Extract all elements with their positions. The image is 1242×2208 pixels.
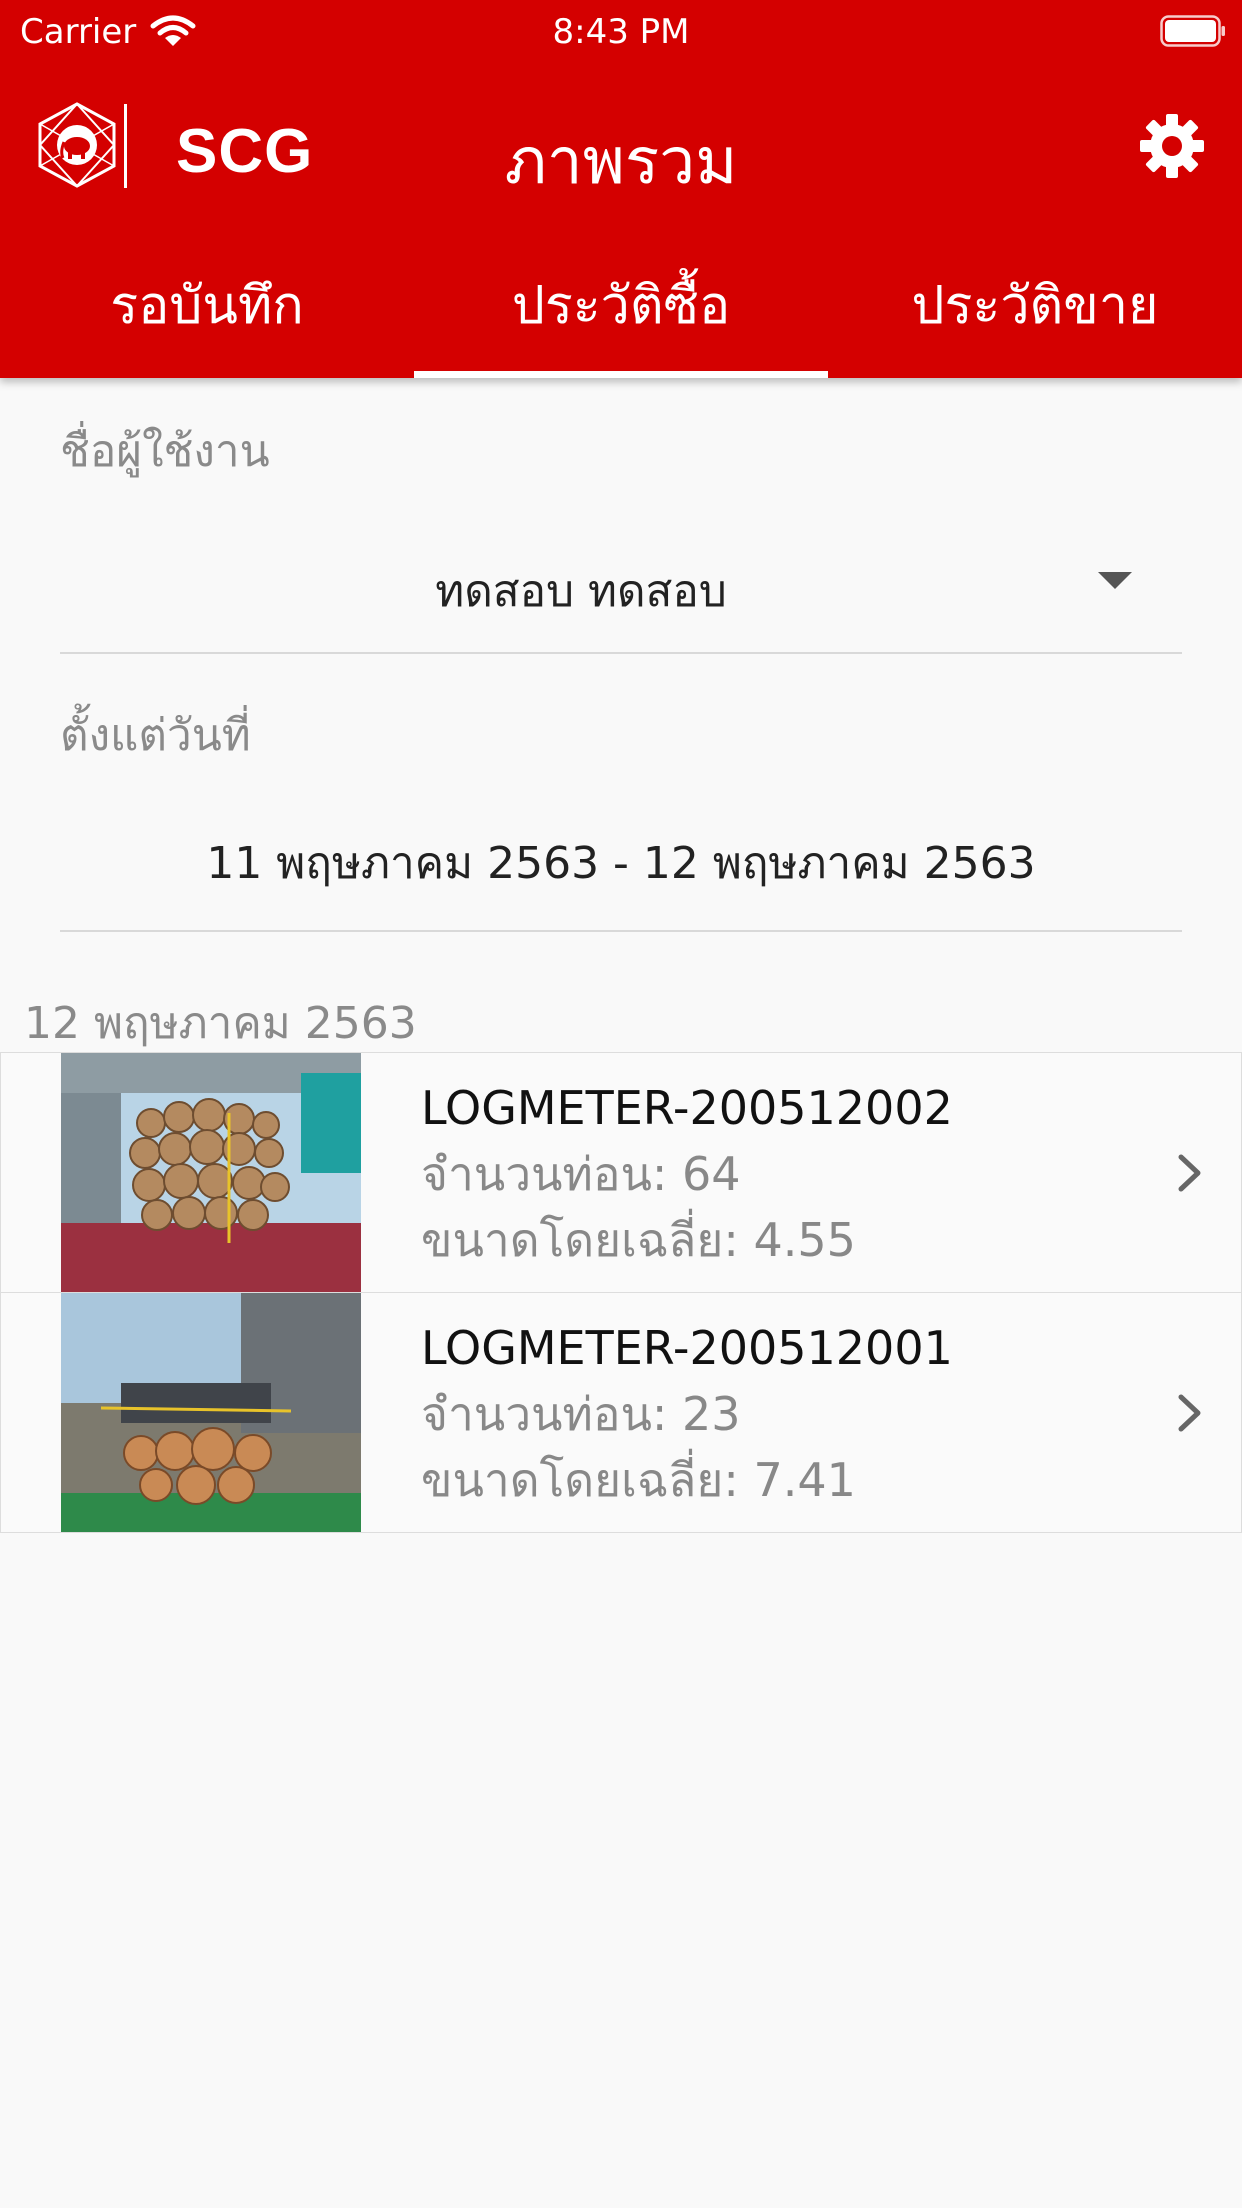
tab-bar: รอบันทึก ประวัติซื้อ ประวัติขาย	[0, 240, 1242, 378]
size-value: 7.41	[753, 1453, 856, 1507]
record-id: LOGMETER-200512002	[421, 1081, 953, 1135]
status-time: 8:43 PM	[552, 12, 690, 52]
record-count-line: จำนวนท่อน: 23	[421, 1381, 953, 1447]
date-range-value: 11 พฤษภาคม 2563 - 12 พฤษภาคม 2563	[206, 838, 1036, 889]
gear-icon[interactable]	[1138, 112, 1206, 180]
count-value: 64	[682, 1147, 741, 1201]
record-details: LOGMETER-200512002 จำนวนท่อน: 64 ขนาดโดย…	[421, 1075, 953, 1273]
record-details: LOGMETER-200512001 จำนวนท่อน: 23 ขนาดโดย…	[421, 1315, 953, 1513]
size-label: ขนาดโดยเฉลี่ย:	[421, 1213, 739, 1267]
tab-purchase-history[interactable]: ประวัติซื้อ	[414, 240, 828, 378]
record-list: LOGMETER-200512002 จำนวนท่อน: 64 ขนาดโดย…	[0, 1052, 1242, 1533]
section-date-header: 12 พฤษภาคม 2563	[24, 998, 417, 1049]
count-label: จำนวนท่อน:	[421, 1147, 668, 1201]
log-truck-photo	[61, 1293, 361, 1532]
tab-sales-history[interactable]: ประวัติขาย	[828, 240, 1242, 378]
date-range-picker[interactable]: 11 พฤษภาคม 2563 - 12 พฤษภาคม 2563	[60, 808, 1182, 932]
status-bar: Carrier 8:43 PM	[0, 0, 1242, 64]
app-header: Carrier 8:43 PM SCG ภาพรวม รอบันทึก ประว…	[0, 0, 1242, 378]
record-id: LOGMETER-200512001	[421, 1321, 953, 1375]
user-select-value: ทดสอบ ทดสอบ	[435, 566, 727, 617]
count-value: 23	[682, 1387, 741, 1441]
user-select[interactable]: ทดสอบ ทดสอบ	[60, 528, 1182, 654]
count-label: จำนวนท่อน:	[421, 1387, 668, 1441]
list-item[interactable]: LOGMETER-200512002 จำนวนท่อน: 64 ขนาดโดย…	[0, 1052, 1242, 1293]
record-count-line: จำนวนท่อน: 64	[421, 1141, 953, 1207]
chevron-right-icon	[1178, 1394, 1201, 1432]
date-field-label: ตั้งแต่วันที่	[60, 710, 251, 761]
user-field-label: ชื่อผู้ใช้งาน	[60, 426, 270, 477]
chevron-right-icon	[1178, 1154, 1201, 1192]
size-label: ขนาดโดยเฉลี่ย:	[421, 1453, 739, 1507]
battery-icon	[1160, 15, 1225, 47]
size-value: 4.55	[753, 1213, 856, 1267]
app-screen: Carrier 8:43 PM SCG ภาพรวม รอบันทึก ประว…	[0, 0, 1242, 2208]
log-truck-photo	[61, 1053, 361, 1292]
page-title: ภาพรวม	[504, 125, 738, 199]
tab-pending[interactable]: รอบันทึก	[0, 240, 414, 378]
caret-down-icon	[1098, 572, 1132, 589]
record-size-line: ขนาดโดยเฉลี่ย: 4.55	[421, 1207, 953, 1273]
record-size-line: ขนาดโดยเฉลี่ย: 7.41	[421, 1447, 953, 1513]
list-item[interactable]: LOGMETER-200512001 จำนวนท่อน: 23 ขนาดโดย…	[0, 1292, 1242, 1533]
